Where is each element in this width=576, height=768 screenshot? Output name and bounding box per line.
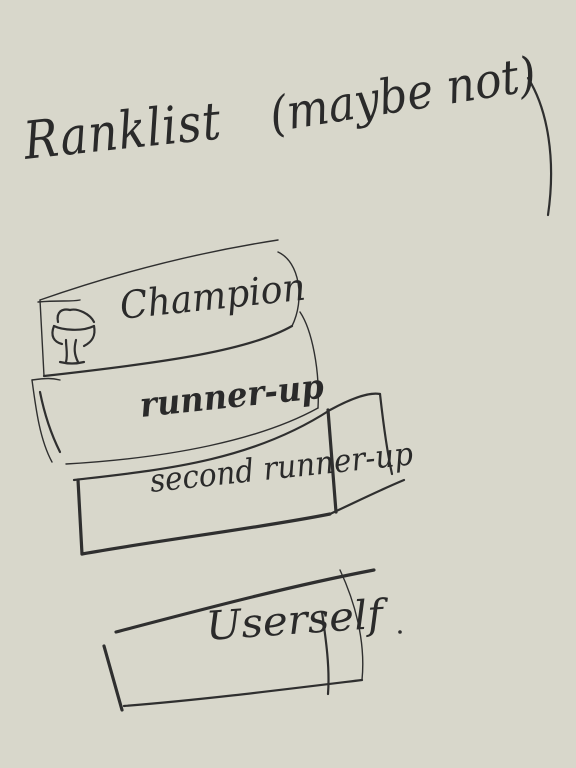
ink-dot [398, 630, 402, 634]
trophy-icon [51, 308, 96, 365]
